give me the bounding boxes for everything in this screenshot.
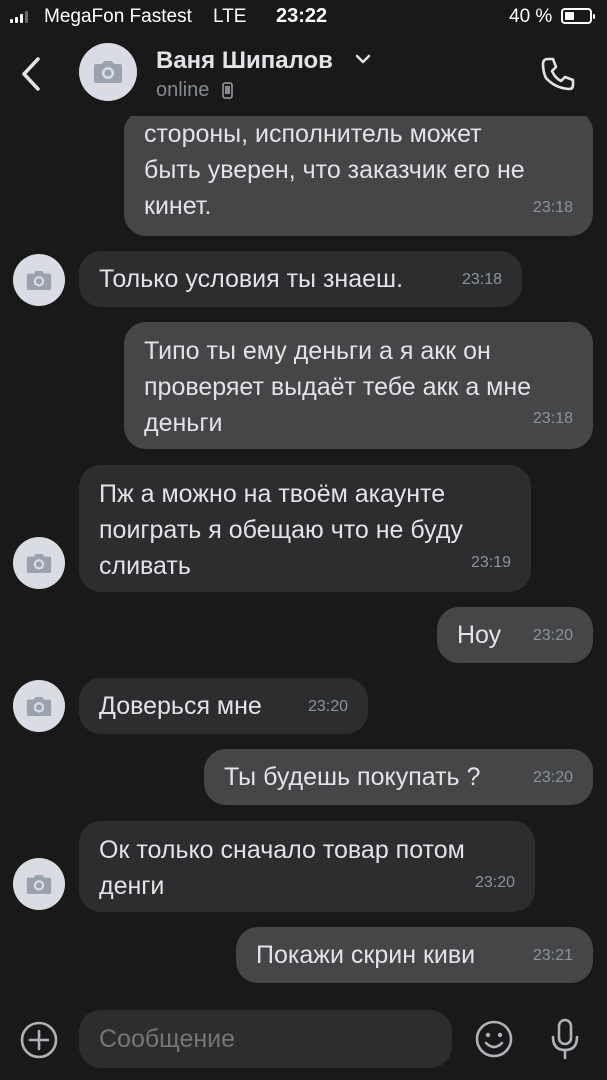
camera-icon [94, 61, 122, 83]
signal-strength-icon [10, 10, 28, 23]
sender-avatar[interactable] [13, 537, 65, 589]
chevron-left-icon [22, 57, 40, 91]
outgoing-message[interactable]: стороны, исполнитель может быть уверен, … [124, 116, 593, 236]
message-time: 23:20 [474, 874, 515, 891]
message-text: Ты будешь покупать ? [224, 763, 481, 791]
microphone-icon [551, 1018, 579, 1060]
incoming-message[interactable]: Только условия ты знаеш. 23:18 [79, 251, 522, 307]
incoming-message[interactable]: Ок только сначало товар потом денги 23:2… [79, 821, 535, 912]
message-text: Покажи скрин киви [256, 941, 476, 969]
network-type: LTE [213, 6, 247, 27]
message-time: 23:20 [307, 698, 348, 715]
message-time: 23:18 [532, 410, 573, 427]
sender-avatar[interactable] [13, 680, 65, 732]
status-bar: MegaFon Fastest LTE 23:22 40 % [0, 0, 607, 34]
chevron-down-icon[interactable] [354, 53, 372, 65]
mobile-device-icon [222, 82, 233, 99]
incoming-message[interactable]: Доверься мне 23:20 [79, 678, 368, 734]
contact-name[interactable]: Ваня Шипалов [156, 47, 333, 75]
message-time: 23:21 [532, 947, 573, 964]
contact-avatar[interactable] [79, 43, 137, 101]
message-text: стороны, исполнитель может быть уверен, … [144, 120, 525, 220]
outgoing-message[interactable]: Типо ты ему деньги а я акк он проверяет … [124, 322, 593, 449]
outgoing-message[interactable]: Покажи скрин киви 23:21 [236, 927, 593, 983]
plus-circle-icon [20, 1021, 58, 1059]
chat-header: Ваня Шипалов online [0, 34, 607, 116]
contact-status: online [156, 79, 210, 101]
camera-icon [26, 270, 52, 290]
phone-icon [541, 57, 575, 91]
camera-icon [26, 874, 52, 894]
message-list[interactable]: стороны, исполнитель может быть уверен, … [0, 116, 607, 1000]
message-input[interactable] [79, 1010, 452, 1068]
camera-icon [26, 696, 52, 716]
smile-icon [475, 1020, 513, 1058]
status-time: 23:22 [276, 5, 328, 27]
outgoing-message[interactable]: Ты будешь покупать ? 23:20 [204, 749, 593, 805]
message-time: 23:18 [532, 199, 573, 216]
incoming-message[interactable]: Пж а можно на твоём акаунте поиграть я о… [79, 465, 531, 592]
message-time: 23:20 [532, 627, 573, 644]
sender-avatar[interactable] [13, 858, 65, 910]
message-time: 23:20 [532, 769, 573, 786]
carrier-name: MegaFon Fastest [44, 6, 192, 27]
message-text: Ок только сначало товар потом денги [99, 836, 465, 900]
message-time: 23:18 [461, 271, 502, 288]
emoji-button[interactable] [474, 1019, 514, 1059]
call-button[interactable] [538, 54, 578, 94]
back-button[interactable] [14, 54, 48, 94]
sender-avatar[interactable] [13, 254, 65, 306]
message-text: Пж а можно на твоём акаунте поиграть я о… [99, 480, 463, 580]
compose-bar [0, 1000, 607, 1080]
message-text: Типо ты ему деньги а я акк он проверяет … [144, 337, 532, 437]
message-text: Только условия ты знаеш. [99, 265, 404, 293]
attach-button[interactable] [19, 1020, 59, 1060]
camera-icon [26, 553, 52, 573]
battery-percent: 40 % [509, 6, 553, 27]
message-time: 23:19 [470, 554, 511, 571]
battery-icon [561, 8, 595, 24]
voice-message-button[interactable] [549, 1017, 581, 1061]
outgoing-message[interactable]: Ноу 23:20 [437, 607, 593, 663]
